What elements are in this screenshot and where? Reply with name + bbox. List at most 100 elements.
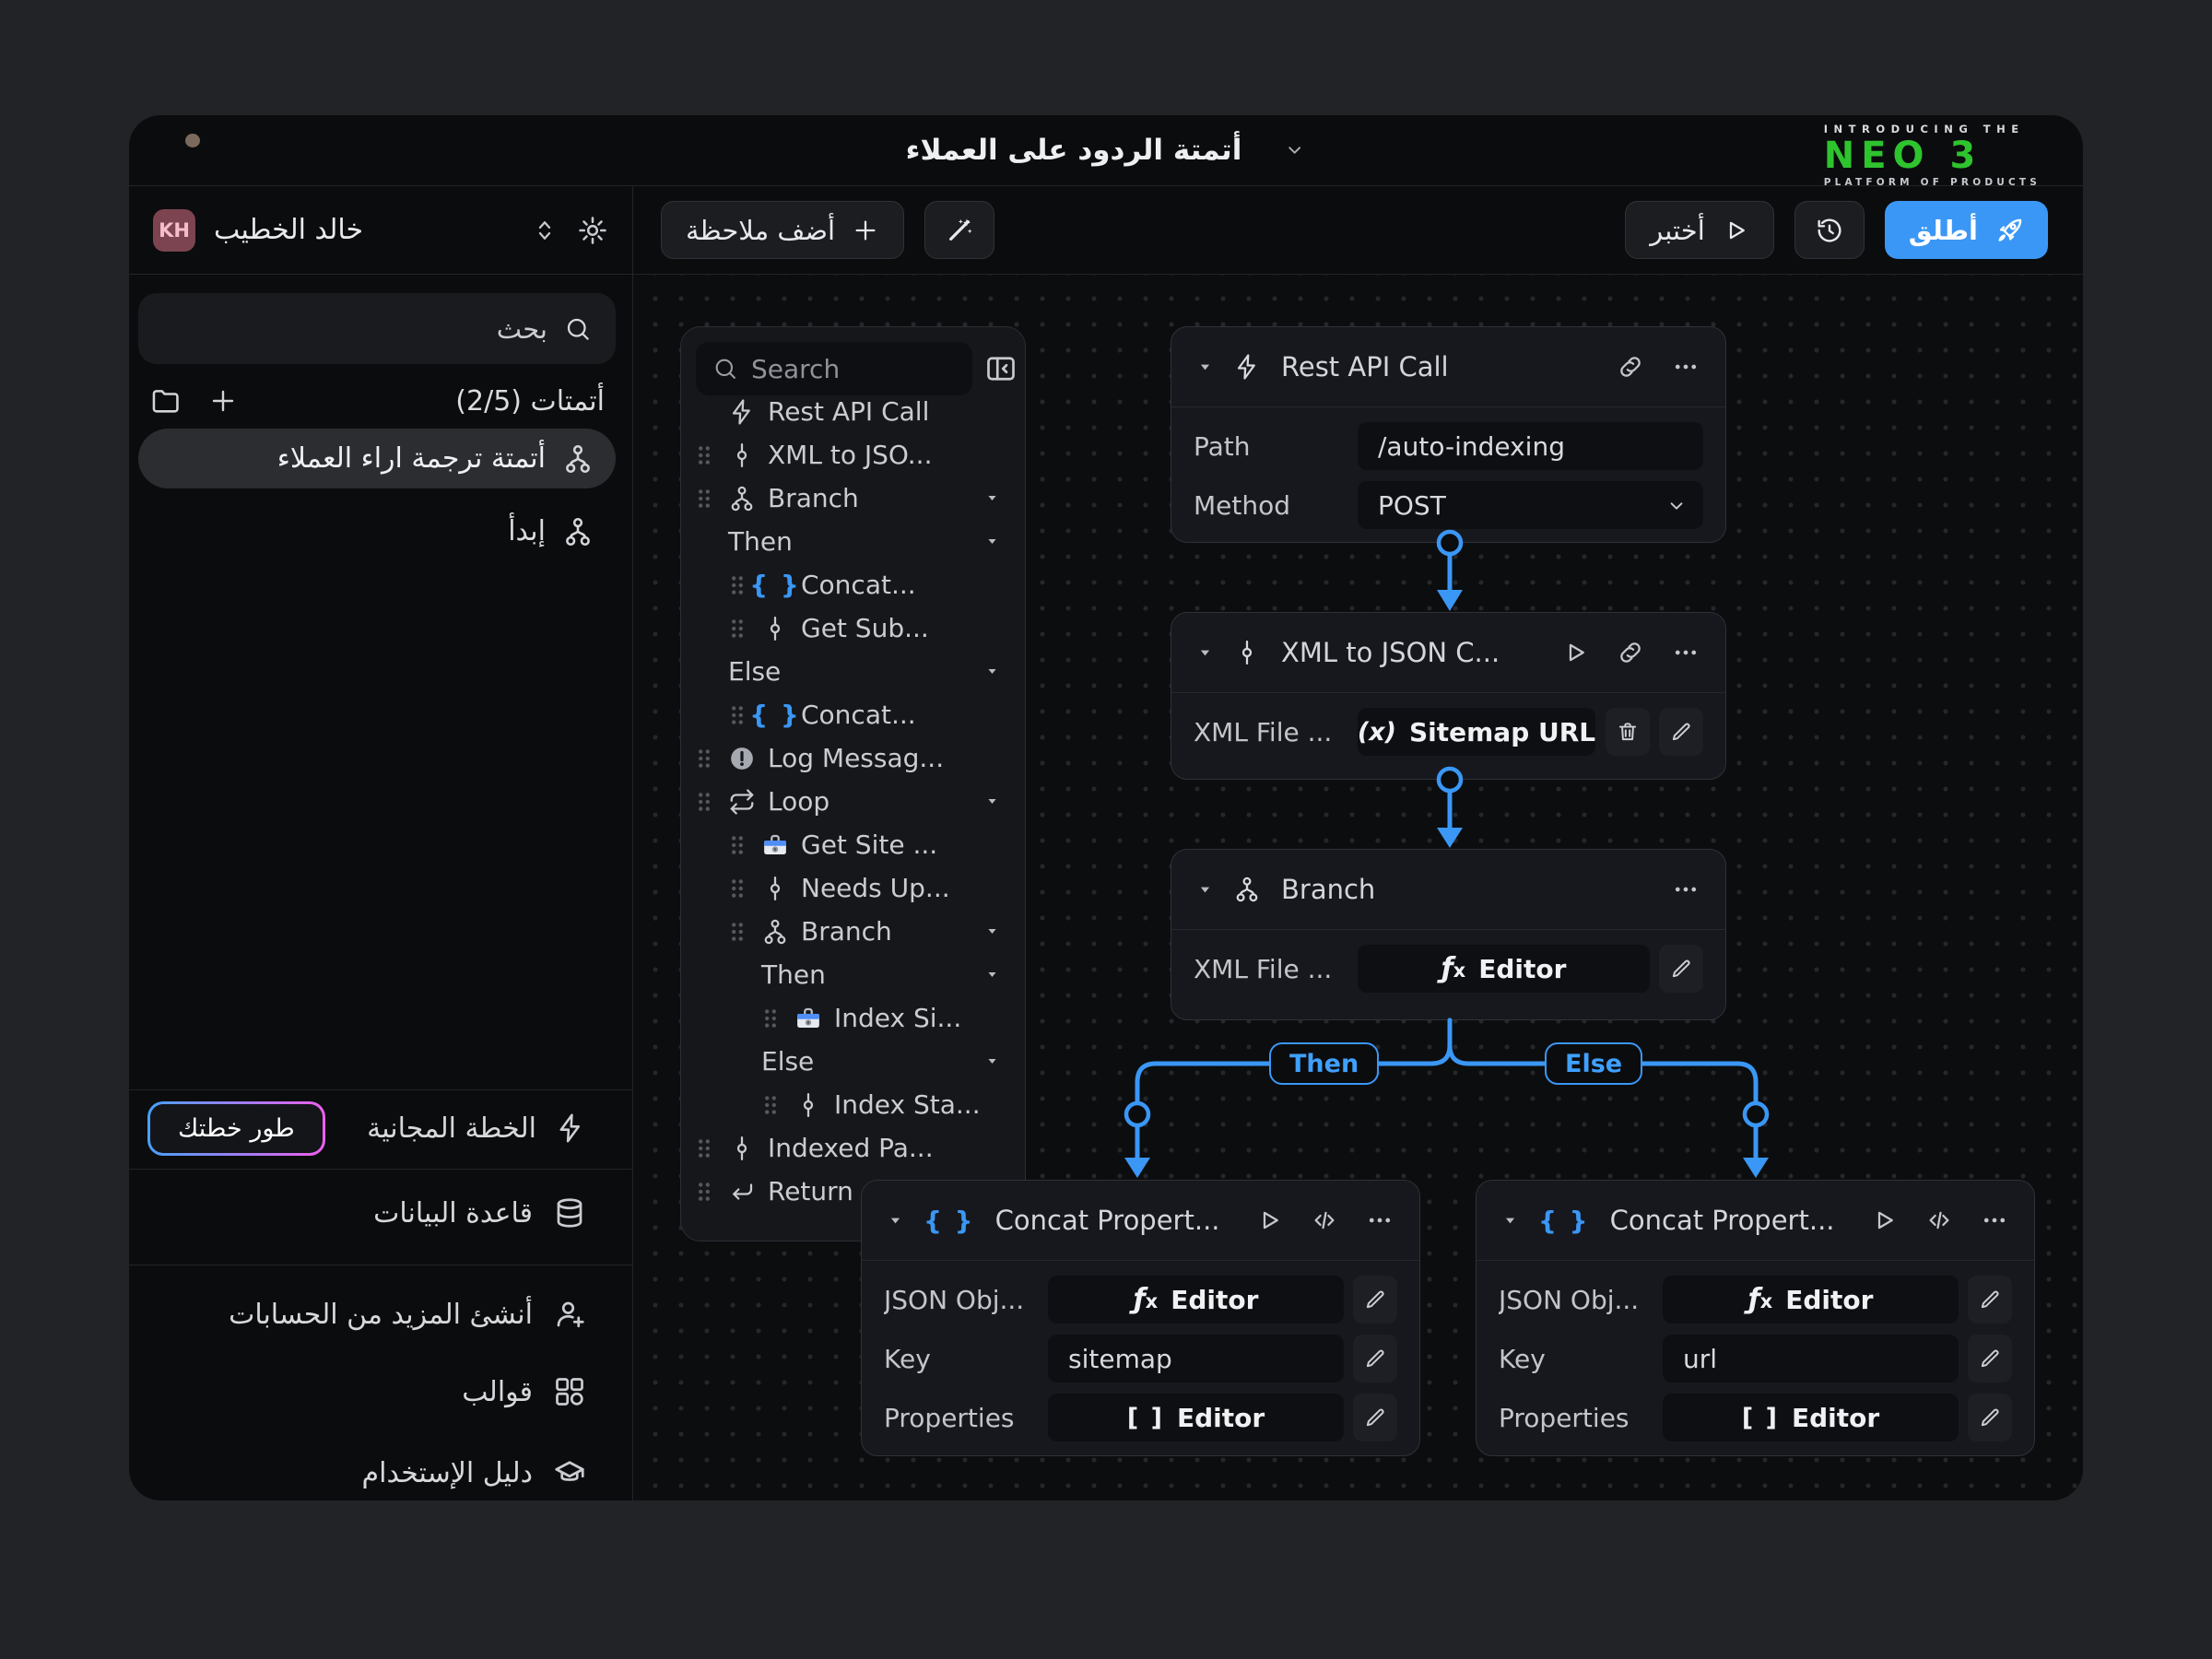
- chevron-down-icon[interactable]: [985, 794, 999, 808]
- tree-search[interactable]: [696, 342, 972, 395]
- edit-button[interactable]: [1968, 1335, 2012, 1382]
- collapse-caret-icon[interactable]: [1197, 882, 1213, 898]
- tree-item[interactable]: Needs Up...: [681, 866, 1025, 910]
- play-icon[interactable]: [1870, 1206, 1898, 1234]
- tree-item[interactable]: Then: [681, 520, 1025, 563]
- ellipsis-icon[interactable]: [1672, 353, 1700, 381]
- sidebar-item-templates[interactable]: قوالب: [129, 1362, 632, 1421]
- tree-item[interactable]: Loop: [681, 780, 1025, 823]
- tree-item[interactable]: { }Concat...: [681, 563, 1025, 606]
- code-icon[interactable]: [1311, 1206, 1338, 1234]
- tree-item[interactable]: Log Messag...: [681, 736, 1025, 780]
- edit-button[interactable]: [1968, 1276, 2012, 1324]
- avatar[interactable]: [168, 125, 218, 175]
- tree-item[interactable]: { }Concat...: [681, 693, 1025, 736]
- key-input[interactable]: sitemap: [1048, 1335, 1344, 1382]
- sidebar-item-create-accounts[interactable]: أنشئ المزيد من الحسابات: [129, 1285, 632, 1344]
- delete-button[interactable]: [1606, 708, 1650, 756]
- link-icon[interactable]: [1617, 353, 1644, 381]
- play-icon[interactable]: [1255, 1206, 1283, 1234]
- array-editor-button[interactable]: [ ] Editor: [1663, 1394, 1959, 1441]
- key-input[interactable]: url: [1663, 1335, 1959, 1382]
- sidebar-item-start[interactable]: إبدأ: [138, 501, 616, 561]
- edit-button[interactable]: [1968, 1394, 2012, 1441]
- tree-item[interactable]: Index Sta...: [681, 1083, 1025, 1126]
- collapse-caret-icon[interactable]: [1197, 645, 1213, 661]
- drag-handle-icon[interactable]: [692, 441, 716, 470]
- chevron-down-icon[interactable]: [985, 491, 999, 505]
- fx-editor-button[interactable]: ƒx Editor: [1048, 1276, 1344, 1324]
- node-header[interactable]: XML to JSON C...: [1171, 613, 1725, 693]
- drag-handle-icon[interactable]: [692, 484, 716, 513]
- magic-wand-button[interactable]: [924, 201, 994, 259]
- method-select[interactable]: POST: [1358, 481, 1703, 529]
- tree-item[interactable]: Then: [681, 953, 1025, 996]
- chevron-down-icon[interactable]: [985, 665, 999, 678]
- edit-button[interactable]: [1353, 1276, 1397, 1324]
- sidebar-search[interactable]: [138, 293, 616, 364]
- drag-handle-icon[interactable]: [725, 700, 749, 730]
- tree-item[interactable]: Indexed Pa...: [681, 1126, 1025, 1170]
- user-initials-badge[interactable]: KH: [153, 209, 195, 252]
- code-icon[interactable]: [1925, 1206, 1953, 1234]
- upgrade-plan-button[interactable]: طور خطتك: [147, 1101, 325, 1156]
- sidebar-item-database[interactable]: قاعدة البيانات: [129, 1183, 632, 1242]
- sidebar-item-guide[interactable]: دليل الإستخدام: [129, 1443, 632, 1500]
- ellipsis-icon[interactable]: [1672, 639, 1700, 666]
- test-button[interactable]: أختبر: [1625, 201, 1774, 259]
- drag-handle-icon[interactable]: [692, 787, 716, 817]
- gear-icon[interactable]: [577, 215, 608, 246]
- node-xml-to-json[interactable]: XML to JSON C... XML File ... (x) Sitema…: [1171, 612, 1726, 780]
- edit-button[interactable]: [1353, 1335, 1397, 1382]
- tree-item[interactable]: Get Sub...: [681, 606, 1025, 650]
- fx-editor-button[interactable]: ƒx Editor: [1358, 945, 1650, 993]
- tree-item[interactable]: Get Site ...: [681, 823, 1025, 866]
- node-header[interactable]: { } Concat Propert...: [862, 1181, 1419, 1261]
- drag-handle-icon[interactable]: [759, 1004, 782, 1033]
- node-concat-right[interactable]: { } Concat Propert... JSON Obj... ƒx Edi…: [1476, 1180, 2035, 1456]
- edit-button[interactable]: [1659, 945, 1703, 993]
- sidebar-item-automation[interactable]: أتمتة ترجمة اراء العملاء: [138, 429, 616, 488]
- node-rest-api-call[interactable]: Rest API Call Path /auto-indexing Method…: [1171, 326, 1726, 543]
- play-icon[interactable]: [1561, 639, 1589, 666]
- tree-search-input[interactable]: [751, 354, 956, 384]
- node-header[interactable]: Branch: [1171, 850, 1725, 930]
- chevron-down-icon[interactable]: [1282, 138, 1306, 162]
- chevron-down-icon[interactable]: [985, 968, 999, 982]
- ellipsis-icon[interactable]: [1366, 1206, 1394, 1234]
- ellipsis-icon[interactable]: [1672, 876, 1700, 903]
- chevron-down-icon[interactable]: [985, 924, 999, 938]
- node-header[interactable]: { } Concat Propert...: [1477, 1181, 2034, 1261]
- link-icon[interactable]: [1617, 639, 1644, 666]
- edit-button[interactable]: [1353, 1394, 1397, 1441]
- path-input[interactable]: /auto-indexing: [1358, 422, 1703, 470]
- drag-handle-icon[interactable]: [692, 1134, 716, 1163]
- tree-item[interactable]: Else: [681, 1040, 1025, 1083]
- tree-item[interactable]: Rest API Call: [681, 390, 1025, 433]
- drag-handle-icon[interactable]: [725, 874, 749, 903]
- collapse-caret-icon[interactable]: [1197, 359, 1213, 375]
- tree-item[interactable]: Else: [681, 650, 1025, 693]
- collapse-panel-icon[interactable]: [984, 352, 1018, 385]
- select-chevrons-icon[interactable]: [531, 217, 559, 244]
- array-editor-button[interactable]: [ ] Editor: [1048, 1394, 1344, 1441]
- tree-item[interactable]: Index Si...: [681, 996, 1025, 1040]
- drag-handle-icon[interactable]: [725, 830, 749, 860]
- node-concat-left[interactable]: { } Concat Propert... JSON Obj... ƒx Edi…: [861, 1180, 1420, 1456]
- workflow-title-group[interactable]: أتمتة الردود على العملاء: [906, 115, 1307, 185]
- variable-chip[interactable]: (x) Sitemap URL: [1358, 708, 1595, 756]
- tree-item[interactable]: Branch: [681, 477, 1025, 520]
- add-note-button[interactable]: أضف ملاحظة: [661, 201, 904, 259]
- sidebar-search-input[interactable]: [162, 313, 547, 345]
- drag-handle-icon[interactable]: [692, 744, 716, 773]
- fx-editor-button[interactable]: ƒx Editor: [1663, 1276, 1959, 1324]
- drag-handle-icon[interactable]: [759, 1090, 782, 1120]
- ellipsis-icon[interactable]: [1981, 1206, 2008, 1234]
- edit-button[interactable]: [1659, 708, 1703, 756]
- chevron-down-icon[interactable]: [985, 535, 999, 548]
- history-button[interactable]: [1794, 201, 1865, 259]
- collapse-caret-icon[interactable]: [888, 1213, 903, 1229]
- drag-handle-icon[interactable]: [725, 614, 749, 643]
- drag-handle-icon[interactable]: [725, 917, 749, 947]
- node-branch[interactable]: Branch XML File ... ƒx Editor: [1171, 849, 1726, 1020]
